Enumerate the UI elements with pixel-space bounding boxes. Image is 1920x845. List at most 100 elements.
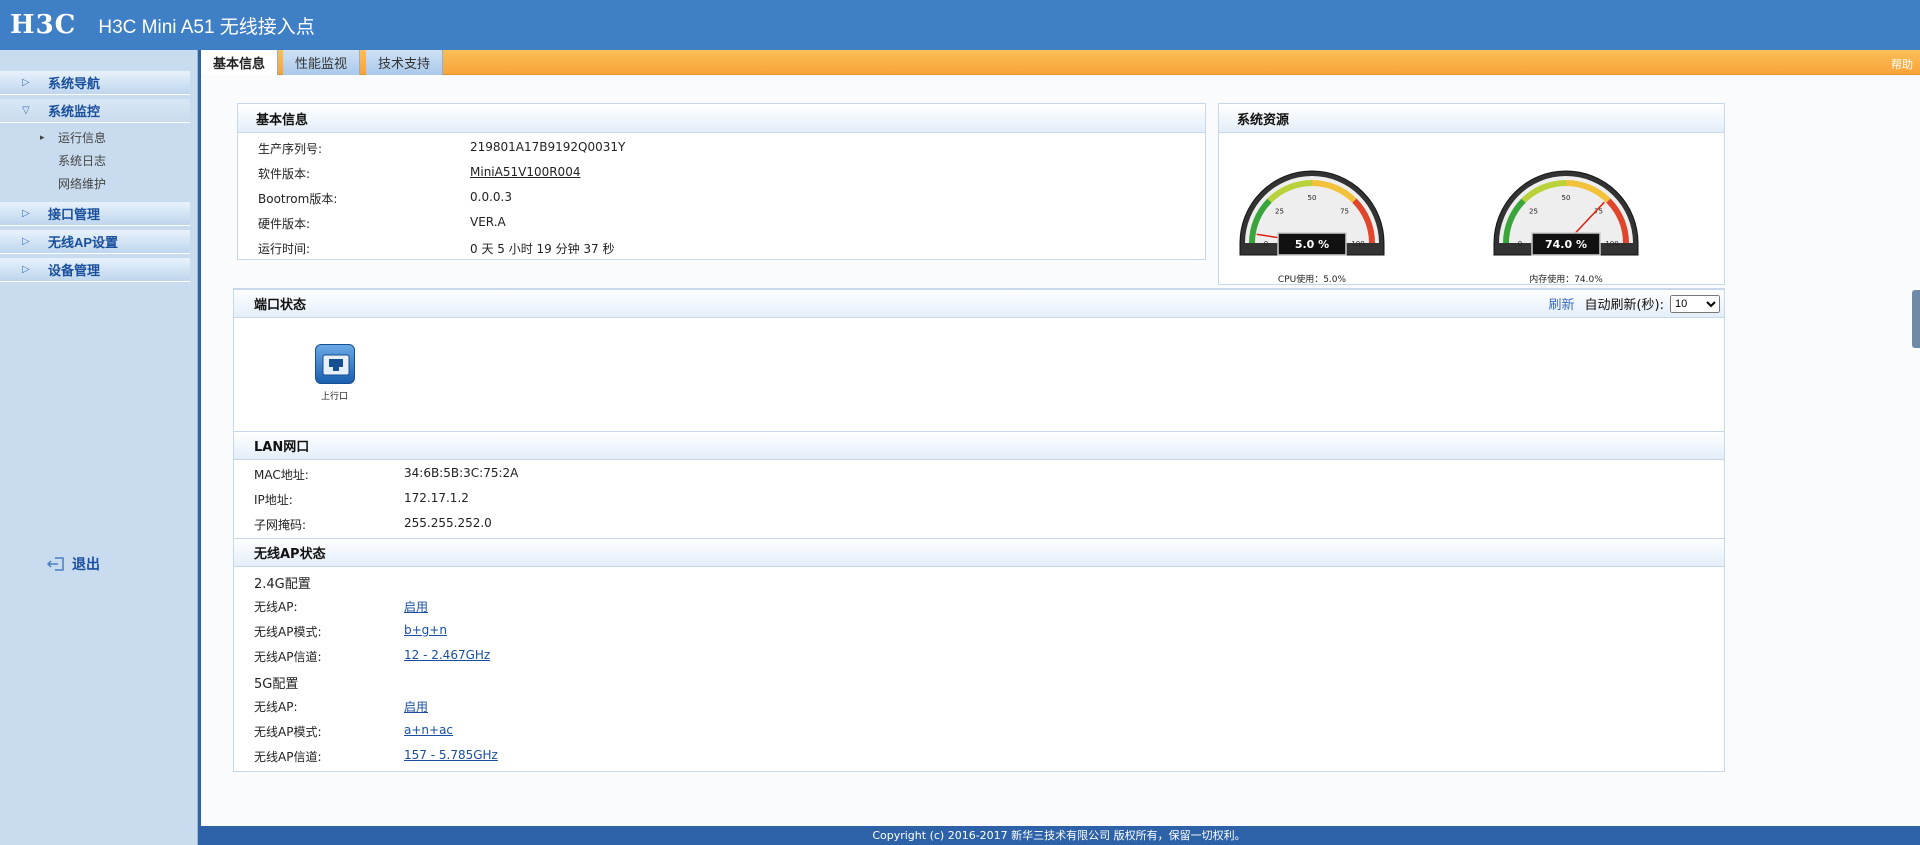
info-row: 硬件版本: VER.A: [258, 215, 506, 232]
h3c-logo: H3C: [10, 10, 77, 40]
section-title: LAN网口: [254, 440, 310, 455]
wlan-key: 无线AP模式:: [254, 625, 322, 639]
info-value: 0 天 5 小时 19 分钟 37 秒: [470, 242, 615, 256]
system-resources-panel: 系统资源 0 25 50 75 100 5.0 % CPU使用：5.0% 0 25 50 75 1…: [1218, 103, 1725, 285]
ethernet-icon: [322, 354, 350, 376]
gauge-readout: 5.0 %: [1295, 238, 1329, 251]
info-value: 219801A17B9192Q0031Y: [470, 140, 626, 154]
tab-label: 技术支持: [378, 57, 431, 72]
info-key: 运行时间:: [258, 242, 311, 256]
wlan-row: 无线AP模式: b+g+n: [254, 623, 447, 640]
wlan-row: 无线AP模式: a+n+ac: [254, 723, 453, 740]
port-status-header: 端口状态 刷新 自动刷新(秒): 10: [234, 289, 1724, 318]
expand-arrow-icon: ▷: [22, 264, 30, 275]
wlan-key: 无线AP模式:: [254, 725, 322, 739]
lan-header: LAN网口: [234, 431, 1724, 460]
auto-refresh-label: 自动刷新(秒):: [1584, 298, 1664, 313]
band-5g-title: 5G配置: [254, 677, 299, 692]
lan-value: 34:6B:5B:3C:75:2A: [404, 466, 519, 480]
footer-copyright: Copyright (c) 2016-2017 新华三技术有限公司 版权所有，保…: [198, 826, 1920, 845]
expand-arrow-icon: ▷: [22, 236, 30, 247]
lan-value: 172.17.1.2: [404, 491, 469, 505]
sidebar-item-label: 接口管理: [48, 207, 101, 222]
info-row: 运行时间: 0 天 5 小时 19 分钟 37 秒: [258, 240, 615, 257]
expand-arrow-icon: ▷: [22, 77, 30, 88]
wlan-key: 无线AP信道:: [254, 750, 322, 764]
refresh-controls: 刷新 自动刷新(秒): 10: [1548, 294, 1720, 313]
status-panel: 端口状态 刷新 自动刷新(秒): 10 LAN网口 MAC地址: 34:6B:5B…: [233, 288, 1725, 772]
lan-row: IP地址: 172.17.1.2: [254, 491, 469, 508]
gauge-tick-label: 0: [1264, 240, 1268, 248]
refresh-interval-select[interactable]: 10: [1670, 294, 1720, 313]
lan-value: 255.255.252.0: [404, 516, 492, 530]
lan-row: MAC地址: 34:6B:5B:3C:75:2A: [254, 466, 518, 483]
wlan-row: 无线AP: 启用: [254, 698, 428, 715]
sidebar-item-monitor[interactable]: ▽ 系统监控: [0, 99, 190, 123]
cpu-caption: CPU使用：5.0%: [1277, 275, 1347, 285]
panel-title: 基本信息: [238, 104, 1205, 133]
logout-label: 退出: [72, 557, 100, 573]
sidebar-item-label: 系统导航: [48, 76, 101, 91]
tab-support[interactable]: 技术支持: [366, 50, 444, 75]
gauge-tick-label: 50: [1562, 194, 1571, 202]
memory-caption: 内存使用：74.0%: [1529, 275, 1603, 285]
wlan-24g-mode-link[interactable]: b+g+n: [404, 623, 447, 640]
refresh-link[interactable]: 刷新: [1548, 294, 1574, 313]
sidebar-sub-label: 运行信息: [58, 131, 107, 145]
panel-title: 系统资源: [1219, 104, 1724, 133]
side-scroll-handle[interactable]: [1912, 290, 1920, 348]
lan-key: 子网掩码:: [254, 518, 307, 532]
info-key: 软件版本:: [258, 167, 311, 181]
sidebar-item-label: 系统监控: [48, 104, 101, 119]
product-title: H3C Mini A51 无线接入点: [98, 16, 315, 38]
sidebar-sub-label: 系统日志: [58, 154, 107, 168]
wlan-row: 无线AP信道: 157 - 5.785GHz: [254, 748, 498, 765]
lan-row: 子网掩码: 255.255.252.0: [254, 516, 492, 533]
tab-label: 性能监视: [295, 57, 348, 72]
sidebar-sub-netmaint[interactable]: 网络维护: [58, 175, 106, 192]
wlan-24g-channel-link[interactable]: 12 - 2.467GHz: [404, 648, 490, 665]
tab-performance[interactable]: 性能监视: [283, 50, 361, 75]
gauge-tick-label: 75: [1340, 207, 1349, 215]
lan-key: MAC地址:: [254, 468, 309, 482]
wlan-key: 无线AP:: [254, 600, 298, 614]
logout-icon: [46, 557, 64, 571]
sidebar-item-wireless[interactable]: ▷ 无线AP设置: [0, 230, 190, 254]
logout-button[interactable]: 退出: [46, 554, 100, 574]
sidebar-item-device[interactable]: ▷ 设备管理: [0, 258, 190, 282]
uplink-port-icon[interactable]: [315, 344, 355, 384]
sidebar: ▷ 系统导航 ▽ 系统监控 ▸ 运行信息 系统日志 网络维护 ▷ 接口管理 ▷ …: [0, 50, 198, 845]
gauge-tick-label: 25: [1529, 207, 1538, 215]
collapse-arrow-icon: ▽: [22, 105, 30, 116]
info-value: 0.0.0.3: [470, 190, 512, 204]
memory-gauge: 025507510074.0 %: [1493, 170, 1639, 256]
band-24g-title: 2.4G配置: [254, 577, 311, 592]
sidebar-item-nav[interactable]: ▷ 系统导航: [0, 71, 190, 95]
wlan-row: 无线AP信道: 12 - 2.467GHz: [254, 648, 490, 665]
sidebar-sub-syslog[interactable]: 系统日志: [58, 152, 106, 169]
tab-basic-info[interactable]: 基本信息: [201, 50, 279, 75]
wlan-5g-mode-link[interactable]: a+n+ac: [404, 723, 453, 740]
wlan-24g-enable-link[interactable]: 启用: [404, 598, 428, 615]
wlan-5g-channel-link[interactable]: 157 - 5.785GHz: [404, 748, 498, 765]
wlan-5g-enable-link[interactable]: 启用: [404, 698, 428, 715]
info-value: VER.A: [470, 215, 506, 229]
sidebar-item-label: 无线AP设置: [48, 235, 119, 250]
wlan-row: 无线AP: 启用: [254, 598, 428, 615]
info-row: 生产序列号: 219801A17B9192Q0031Y: [258, 140, 625, 157]
help-link[interactable]: 帮助: [1891, 56, 1913, 72]
gauge-tick-label: 25: [1275, 207, 1284, 215]
cpu-gauge: 0 25 50 75 100 5.0 %: [1239, 170, 1385, 256]
arrow-right-icon: ▸: [40, 132, 45, 143]
sidebar-sub-run-info[interactable]: ▸ 运行信息: [40, 129, 106, 146]
info-key: Bootrom版本:: [258, 192, 338, 206]
sidebar-sub-label: 网络维护: [58, 177, 107, 191]
software-version-link[interactable]: MiniA51V100R004: [470, 165, 580, 182]
lan-key: IP地址:: [254, 493, 293, 507]
gauge-tick-label: 100: [1351, 240, 1364, 248]
gauge-tick-label: 0: [1518, 240, 1522, 248]
sidebar-item-interface[interactable]: ▷ 接口管理: [0, 202, 190, 226]
info-key: 硬件版本:: [258, 217, 311, 231]
wlan-header: 无线AP状态: [234, 538, 1724, 567]
section-title: 端口状态: [254, 298, 307, 313]
